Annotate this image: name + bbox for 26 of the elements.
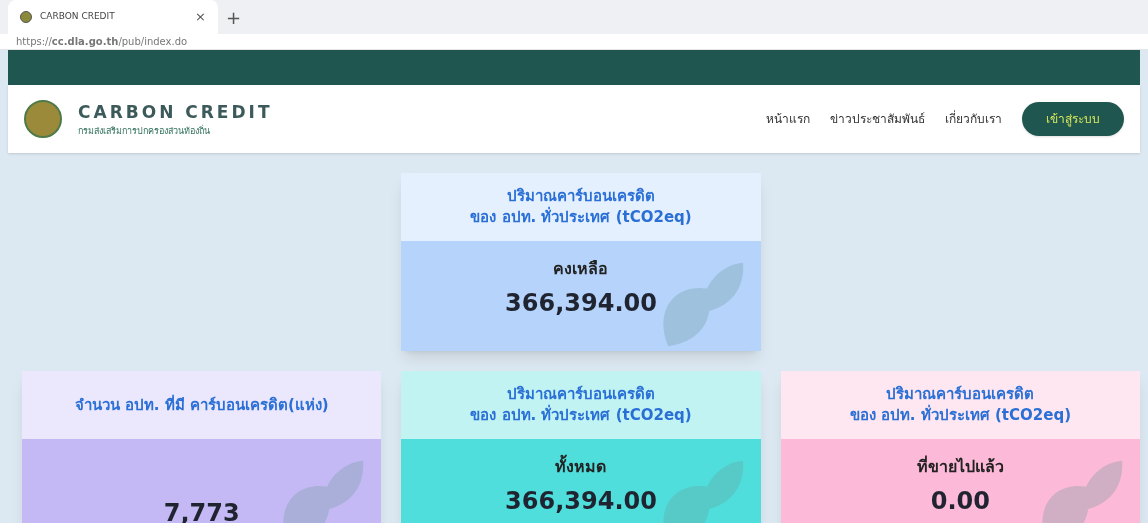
card-title: ของ อปท. ทั่วประเทศ (tCO2eq) [849,405,1071,426]
card-title: ของ อปท. ทั่วประเทศ (tCO2eq) [470,207,692,228]
brand-title: CARBON CREDIT [78,100,273,124]
card-label: ที่ขายไปแล้ว [916,455,1004,478]
nav-link[interactable]: ข่าวประชาสัมพันธ์ [830,110,925,128]
emblem-icon [20,11,32,23]
nav-link[interactable]: หน้าแรก [766,110,810,128]
card-title: ของ อปท. ทั่วประเทศ (tCO2eq) [470,405,692,426]
card-title: ปริมาณคาร์บอนเครดิต [507,186,655,206]
card-label: คงเหลือ [553,258,609,280]
tab-title: CARBON CREDIT [40,10,116,24]
card-label: ทั้งหมด [555,455,607,479]
card-title: ปริมาณคาร์บอนเครดิต [886,384,1035,404]
card-title: จำนวน อปท. ที่มี คาร์บอนเครดิต(แห่ง) [74,394,329,416]
login-button[interactable]: เข้าสู่ระบบ [1022,102,1124,136]
new-tab-button[interactable]: + [226,0,242,34]
emblem-icon [24,100,62,138]
close-tab-button[interactable]: × [195,7,206,27]
card-title: ปริมาณคาร์บอนเครดิต [507,384,655,404]
browser-tab[interactable]: CARBON CREDIT × [8,0,218,34]
brand-subtitle: กรมส่งเสริมการปกครองส่วนท้องถิ่น [78,125,211,138]
card-value: 366,394.00 [505,288,657,319]
nav-link[interactable]: เกี่ยวกับเรา [945,110,1002,128]
card-value: 0.00 [930,486,990,517]
card-value: 366,394.00 [505,486,657,517]
url-text[interactable]: https://cc.dla.go.th/pub/index.do [16,34,188,49]
